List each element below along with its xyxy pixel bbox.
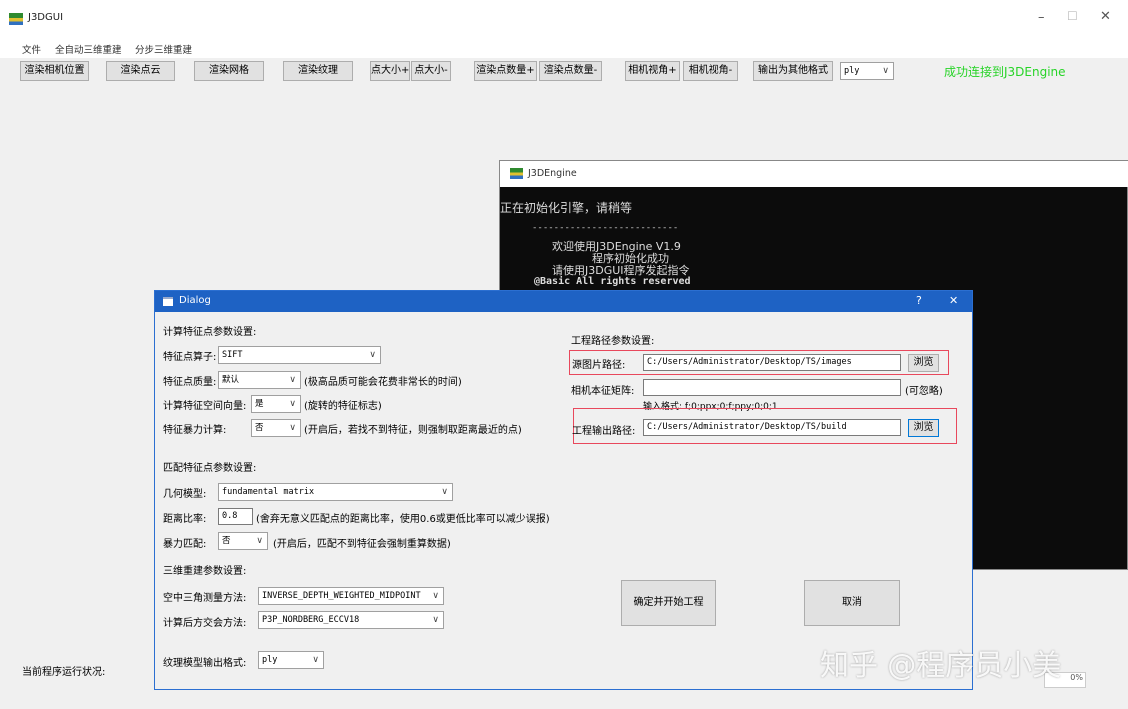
source-path-input[interactable]: C:/Users/Administrator/Desktop/TS/images (643, 354, 901, 371)
chevron-down-icon: ∨ (432, 591, 439, 601)
geom-model-label: 几何模型: (163, 489, 207, 500)
confirm-start-button[interactable]: 确定并开始工程 (621, 580, 716, 626)
menu-auto-reconstruct[interactable]: 全自动三维重建 (55, 42, 122, 56)
points-more-button[interactable]: 渲染点数量+ (474, 61, 537, 81)
feature-brute-select[interactable]: 否 ∨ (251, 419, 301, 437)
menu-file[interactable]: 文件 (22, 42, 41, 56)
feature-orient-value: 是 (255, 399, 264, 409)
feature-brute-hint: (开启后，若找不到特征，则强制取距离最近的点) (304, 425, 522, 436)
feature-operator-value: SIFT (222, 350, 243, 360)
feature-operator-label: 特征点算子: (163, 352, 217, 363)
geom-model-value: fundamental matrix (222, 487, 315, 497)
render-mesh-button[interactable]: 渲染网格 (194, 61, 264, 81)
resection-select[interactable]: P3P_NORDBERG_ECCV18 ∨ (258, 611, 444, 629)
chevron-down-icon: ∨ (441, 487, 448, 497)
console-divider: --------------------------- (532, 223, 679, 233)
dialog-close-icon[interactable]: ✕ (949, 294, 958, 307)
dialog-icon (163, 297, 173, 306)
console-rights: @Basic All rights reserved (534, 276, 691, 287)
feature-orient-label: 计算特征空间向量: (163, 401, 247, 412)
output-path-label: 工程输出路径: (572, 426, 636, 437)
triangulation-select[interactable]: INVERSE_DEPTH_WEIGHTED_MIDPOINT ∨ (258, 587, 444, 605)
chevron-down-icon: ∨ (289, 423, 296, 433)
chevron-down-icon: ∨ (312, 655, 319, 665)
feature-quality-select[interactable]: 默认 ∨ (218, 371, 301, 389)
view-angle-down-button[interactable]: 相机视角- (683, 61, 738, 81)
export-format-button[interactable]: 输出为其他格式 (753, 61, 833, 81)
source-path-label: 源图片路径: (572, 360, 626, 371)
match-brute-label: 暴力匹配: (163, 539, 207, 550)
chevron-down-icon: ∨ (432, 615, 439, 625)
feature-section-title: 计算特征点参数设置: (163, 327, 257, 338)
intrinsic-optional: (可忽略) (905, 386, 943, 397)
output-browse-button[interactable]: 浏览 (908, 419, 939, 437)
chevron-down-icon: ∨ (369, 350, 376, 360)
render-camera-button[interactable]: 渲染相机位置 (20, 61, 89, 81)
feature-brute-value: 否 (255, 423, 264, 433)
feature-orient-hint: (旋转的特征标志) (304, 401, 382, 412)
ratio-hint: (舍弃无意义匹配点的距离比率，使用0.6或更低比率可以减少误报) (256, 514, 550, 525)
status-progress-text: 0% (1070, 673, 1083, 682)
dialog-window: Dialog ? ✕ 计算特征点参数设置: 特征点算子: SIFT ∨ 特征点质… (154, 290, 973, 690)
feature-brute-label: 特征暴力计算: (163, 425, 227, 436)
view-angle-up-button[interactable]: 相机视角+ (625, 61, 680, 81)
texture-format-value: ply (262, 655, 278, 665)
texture-format-label: 纹理模型输出格式: (163, 658, 247, 669)
chevron-down-icon: ∨ (289, 399, 296, 409)
maximize-icon[interactable]: ☐ (1067, 9, 1078, 23)
intrinsic-input[interactable] (643, 379, 901, 396)
export-format-select[interactable]: ply ∨ (840, 62, 894, 80)
console-title-bar: J3DEngine (500, 161, 1128, 187)
chevron-down-icon: ∨ (882, 66, 889, 76)
status-label: 当前程序运行状况: (22, 667, 106, 678)
cancel-button[interactable]: 取消 (804, 580, 900, 626)
project-section-title: 工程路径参数设置: (571, 336, 655, 347)
watermark: 知乎 @程序员小美 (820, 648, 1062, 682)
console-init-text: 正在初始化引擎，请稍等 (500, 201, 633, 215)
triangulation-label: 空中三角测量方法: (163, 593, 247, 604)
console-title: J3DEngine (528, 168, 577, 179)
dialog-title-bar: Dialog ? ✕ (155, 291, 972, 312)
title-bar: J3DGUI – ☐ ✕ (0, 0, 1128, 38)
resection-value: P3P_NORDBERG_ECCV18 (262, 615, 360, 625)
source-browse-button[interactable]: 浏览 (908, 354, 939, 372)
render-texture-button[interactable]: 渲染纹理 (283, 61, 353, 81)
minimize-icon[interactable]: – (1038, 10, 1045, 25)
feature-orient-select[interactable]: 是 ∨ (251, 395, 301, 413)
window-title: J3DGUI (28, 12, 64, 23)
output-path-input[interactable]: C:/Users/Administrator/Desktop/TS/build (643, 419, 901, 436)
points-less-button[interactable]: 渲染点数量- (539, 61, 602, 81)
intrinsic-label: 相机本征矩阵: (571, 386, 635, 397)
connection-status: 成功连接到J3DEngine (944, 65, 1066, 79)
app-icon (9, 13, 23, 25)
triangulation-value: INVERSE_DEPTH_WEIGHTED_MIDPOINT (262, 591, 421, 601)
resection-label: 计算后方交会方法: (163, 618, 247, 629)
recon-section-title: 三维重建参数设置: (163, 566, 247, 577)
ratio-label: 距离比率: (163, 514, 207, 525)
menu-step-reconstruct[interactable]: 分步三维重建 (135, 42, 192, 56)
geom-model-select[interactable]: fundamental matrix ∨ (218, 483, 453, 501)
texture-format-select[interactable]: ply ∨ (258, 651, 324, 669)
ratio-input[interactable]: 0.8 (218, 508, 253, 525)
feature-operator-select[interactable]: SIFT ∨ (218, 346, 381, 364)
match-section-title: 匹配特征点参数设置: (163, 463, 257, 474)
feature-quality-value: 默认 (222, 375, 240, 385)
feature-quality-label: 特征点质量: (163, 377, 217, 388)
feature-quality-hint: (极高品质可能会花费非常长的时间) (304, 377, 462, 388)
chevron-down-icon: ∨ (256, 536, 263, 546)
help-icon[interactable]: ? (916, 294, 922, 307)
match-brute-select[interactable]: 否 ∨ (218, 532, 268, 550)
dialog-title: Dialog (179, 295, 211, 306)
match-brute-value: 否 (222, 536, 231, 546)
point-size-up-button[interactable]: 点大小+ (370, 61, 410, 81)
close-icon[interactable]: ✕ (1100, 9, 1111, 24)
match-brute-hint: (开启后，匹配不到特征会强制重算数据) (273, 539, 451, 550)
console-app-icon (510, 168, 523, 179)
menu-bar: 文件 全自动三维重建 分步三维重建 (0, 38, 1128, 58)
render-points-button[interactable]: 渲染点云 (106, 61, 175, 81)
chevron-down-icon: ∨ (289, 375, 296, 385)
export-format-value: ply (844, 66, 860, 76)
point-size-down-button[interactable]: 点大小- (411, 61, 451, 81)
